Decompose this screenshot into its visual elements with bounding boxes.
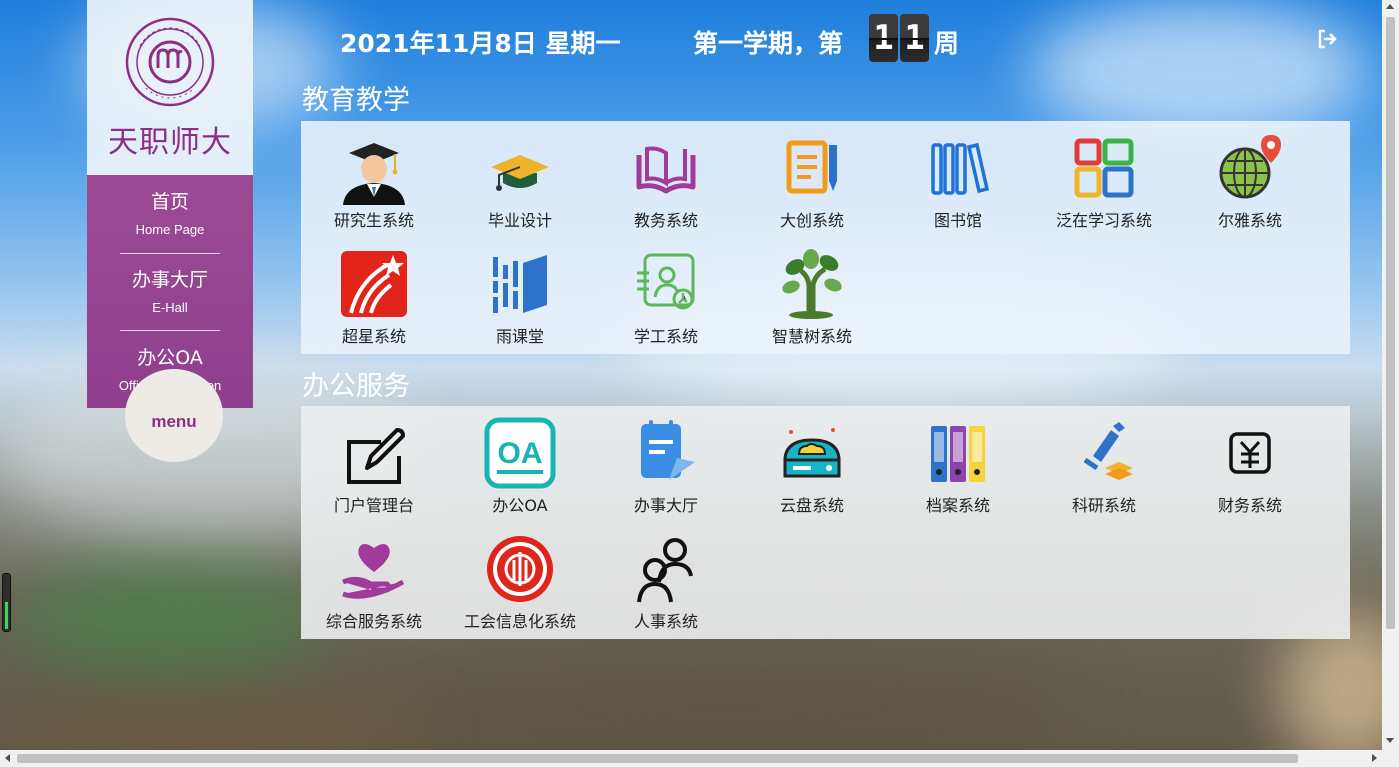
tile-academic-affairs[interactable]: 教务系统 (593, 121, 739, 237)
tile-innovation[interactable]: 大创系统 (739, 121, 885, 237)
vertical-scrollbar[interactable] (1382, 0, 1399, 750)
tile-label: 毕业设计 (487, 211, 552, 230)
tile-e-hall[interactable]: 办事大厅 (593, 406, 739, 522)
university-seal-icon (125, 17, 215, 107)
tile-label: 教务系统 (633, 211, 698, 230)
tile-label: 工会信息化系统 (463, 612, 576, 631)
tile-student-affairs[interactable]: 学工系统 (593, 237, 739, 353)
tile-label: 云盘系统 (779, 496, 844, 515)
heart-hand-icon (342, 544, 405, 599)
vertical-scroll-thumb[interactable] (1386, 17, 1395, 629)
tile-label: 综合服务系统 (325, 612, 422, 631)
tile-chaoxing-system[interactable]: 超星系统 (301, 237, 447, 353)
open-book-icon (636, 146, 696, 194)
binders-icon (931, 426, 985, 482)
logout-icon[interactable] (1316, 28, 1338, 50)
tile-label: 门户管理台 (333, 496, 414, 515)
nav-item-home[interactable]: 首页 Home Page (87, 187, 253, 237)
tile-label: 智慧树系统 (771, 327, 852, 346)
tile-archives[interactable]: 档案系统 (885, 406, 1031, 522)
tile-portal-admin[interactable]: 门户管理台 (301, 406, 447, 522)
tile-graduate-system[interactable]: 研究生系统 (301, 121, 447, 237)
section-title-office: 办公服务 (302, 371, 410, 402)
tile-erya-system[interactable]: 尔雅系统 (1177, 121, 1323, 237)
rain-classroom-icon (493, 255, 547, 313)
tile-label: 科研系统 (1071, 496, 1136, 515)
tile-union-system[interactable]: 工会信息化系统 (447, 522, 593, 638)
graduation-cap-icon (491, 155, 549, 191)
scroll-down-icon[interactable] (1386, 738, 1394, 743)
tile-rain-classroom[interactable]: 雨课堂 (447, 237, 593, 353)
tile-integrated-services[interactable]: 综合服务系统 (301, 522, 447, 638)
graduate-student-icon (343, 143, 405, 205)
nav-item-sublabel: E-Hall (152, 300, 188, 315)
yuan-icon (1229, 432, 1271, 474)
svg-text:OA: OA (498, 437, 543, 470)
term-label: 第一学期，第 (693, 29, 844, 58)
tile-graduation-design[interactable]: 毕业设计 (447, 121, 593, 237)
tile-label: 研究生系统 (333, 211, 414, 230)
logo-panel: 天职师大 (87, 0, 253, 175)
tile-label: 超星系统 (341, 327, 406, 346)
student-card-icon (637, 253, 695, 310)
tile-label: 尔雅系统 (1217, 211, 1282, 230)
school-name: 天职师大 (108, 125, 232, 160)
tile-research[interactable]: 科研系统 (1031, 406, 1177, 522)
oa-badge-icon: OA (484, 417, 556, 489)
nav-item-e-hall[interactable]: 办事大厅 E-Hall (87, 265, 253, 315)
union-emblem-icon (487, 536, 553, 602)
clipboard-send-icon (641, 420, 695, 480)
notepad-pencil-icon (786, 140, 837, 194)
nav-divider (120, 330, 220, 331)
tile-library[interactable]: 图书馆 (885, 121, 1031, 237)
week-digit-card: 1 (900, 14, 929, 62)
scroll-up-icon[interactable] (1386, 4, 1394, 9)
tile-label: 人事系统 (633, 612, 698, 631)
bookshelf-icon (931, 142, 990, 195)
nav-divider (120, 253, 220, 254)
wisdom-tree-icon (782, 249, 842, 319)
scroll-left-icon[interactable] (5, 754, 10, 762)
tile-office-oa[interactable]: OA 办公OA (447, 406, 593, 522)
tile-label: 图书馆 (933, 211, 982, 230)
tile-personnel[interactable]: 人事系统 (593, 522, 739, 638)
tile-ubiquitous-learning[interactable]: 泛在学习系统 (1031, 121, 1177, 237)
microscope-icon (1083, 422, 1133, 480)
tile-cloud-disk[interactable]: 云盘系统 (739, 406, 885, 522)
current-date: 2021年11月8日 星期一 (340, 29, 621, 58)
week-suffix: 周 (934, 29, 960, 58)
tile-label: 办公OA (492, 496, 548, 515)
edit-square-icon (347, 428, 405, 484)
tile-wisdom-tree[interactable]: 智慧树系统 (739, 237, 885, 353)
tile-finance[interactable]: 财务系统 (1177, 406, 1323, 522)
menu-button-label[interactable]: menu (125, 412, 223, 432)
horizontal-scroll-thumb[interactable] (17, 754, 1298, 763)
tile-label: 学工系统 (633, 327, 698, 346)
tile-label: 泛在学习系统 (1055, 211, 1152, 230)
tile-label: 大创系统 (779, 211, 844, 230)
nav-item-sublabel: Home Page (135, 222, 205, 237)
nav-item-label: 办事大厅 (131, 269, 208, 291)
scroll-right-icon[interactable] (1372, 754, 1377, 762)
chaoxing-star-icon (341, 251, 407, 317)
week-digit-card: 1 (869, 14, 898, 62)
volume-level-widget[interactable] (2, 573, 11, 632)
colorful-grid-icon (1074, 138, 1134, 198)
nav-item-label: 首页 (150, 191, 189, 213)
tile-label: 雨课堂 (495, 327, 544, 346)
education-panel: 研究生系统 毕业设计 教务系统 大创系统 图书馆 泛在学习系统 尔雅系统 超星系… (301, 121, 1350, 354)
section-title-education: 教育教学 (302, 85, 410, 116)
tile-label: 办事大厅 (633, 496, 698, 515)
office-panel: 门户管理台 OA 办公OA 办事大厅 云盘系统 档案系统 科研系统 财务系统 综… (301, 406, 1350, 639)
globe-pin-icon (1219, 135, 1281, 199)
nav-item-label: 办公OA (137, 347, 203, 369)
tile-label: 档案系统 (925, 496, 990, 515)
cloud-disk-icon (783, 428, 841, 478)
people-icon (637, 538, 693, 603)
horizontal-scrollbar[interactable] (0, 750, 1399, 767)
tile-label: 财务系统 (1217, 496, 1282, 515)
